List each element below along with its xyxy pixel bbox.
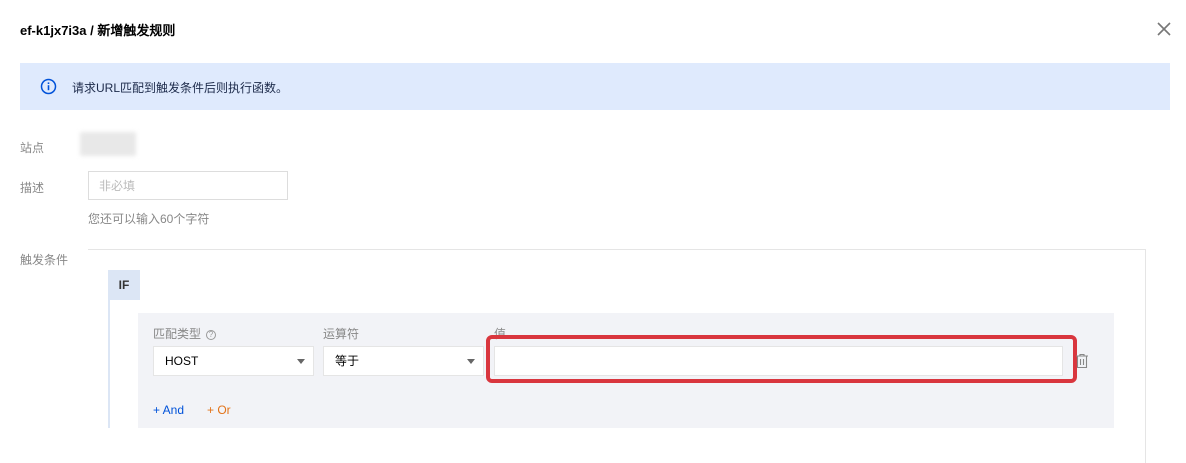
match-type-value: HOST <box>165 354 199 368</box>
operator-label: 运算符 <box>323 327 360 341</box>
if-connector <box>108 300 110 428</box>
if-badge: IF <box>108 270 140 300</box>
chevron-down-icon <box>297 359 305 364</box>
description-hint: 您还可以输入60个字符 <box>88 212 210 226</box>
trigger-condition-label: 触发条件 <box>20 253 69 267</box>
site-label: 站点 <box>20 141 45 155</box>
info-banner: 请求URL匹配到触发条件后则执行函数。 <box>20 63 1170 110</box>
match-type-label-text: 匹配类型 <box>153 327 202 341</box>
dialog-title: ef-k1jx7i3a / 新增触发规则 <box>20 23 176 38</box>
close-icon[interactable] <box>1155 20 1173 38</box>
operator-select[interactable]: 等于 <box>323 346 484 376</box>
banner-text: 请求URL匹配到触发条件后则执行函数。 <box>72 81 289 95</box>
operator-value: 等于 <box>335 354 360 368</box>
description-label: 描述 <box>20 181 45 195</box>
match-type-select[interactable]: HOST <box>153 346 314 376</box>
add-and-button[interactable]: + And <box>153 403 184 417</box>
delete-icon[interactable] <box>1075 353 1089 369</box>
value-label: 值 <box>494 327 507 341</box>
match-type-label: 匹配类型? <box>153 325 217 342</box>
site-value <box>80 132 136 156</box>
chevron-down-icon <box>467 359 475 364</box>
description-input[interactable] <box>88 171 288 200</box>
info-icon <box>40 78 57 95</box>
value-input[interactable] <box>494 346 1063 376</box>
help-icon[interactable]: ? <box>206 329 217 340</box>
add-or-button[interactable]: + Or <box>207 403 231 417</box>
